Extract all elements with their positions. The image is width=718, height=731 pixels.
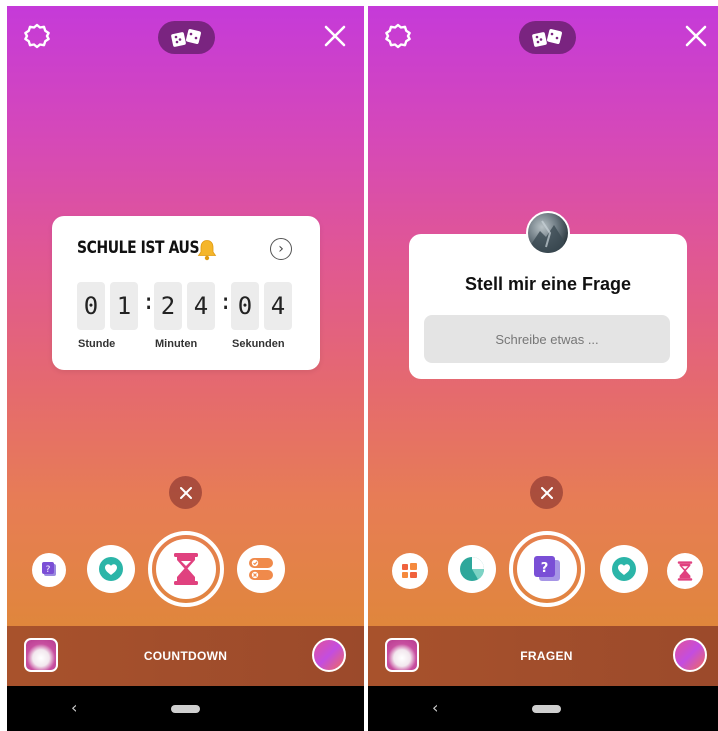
home-pill[interactable] <box>171 705 200 713</box>
dice-icon <box>170 28 201 47</box>
question-input[interactable]: Schreibe etwas ... <box>424 315 670 363</box>
seconds-label: Sekunden <box>232 338 285 350</box>
questions-title[interactable]: Stell mir eine Frage <box>409 274 687 295</box>
questions-sticker[interactable]: Stell mir eine Frage Schreibe etwas ... <box>409 234 687 379</box>
color-picker-button[interactable] <box>312 638 346 672</box>
quiz-option[interactable] <box>448 545 496 593</box>
home-pill[interactable] <box>532 705 561 713</box>
svg-text:?: ? <box>46 565 51 575</box>
color-picker-button[interactable] <box>673 638 707 672</box>
top-bar <box>368 6 718 66</box>
countdown-digit: 0 <box>77 282 105 330</box>
pie-chart-icon <box>460 557 484 581</box>
minutes-label: Minuten <box>155 338 198 350</box>
questions-option-selected[interactable]: ? <box>509 531 585 607</box>
avatar <box>526 211 570 255</box>
poll-toggle-icon <box>249 558 273 580</box>
countdown-option[interactable] <box>667 553 703 589</box>
close-icon[interactable] <box>685 25 707 47</box>
bottom-bar: FRAGEN <box>368 626 718 686</box>
countdown-option-selected[interactable] <box>148 531 224 607</box>
countdown-screen: SCHULE IST AUS › 0 1 : 2 4 : 0 4 Stunde … <box>7 6 364 731</box>
remove-sticker-button[interactable] <box>169 476 202 509</box>
countdown-colon: : <box>142 290 156 315</box>
question-sticker-option[interactable]: ? <box>32 553 66 587</box>
chevron-right-icon[interactable]: › <box>270 238 292 260</box>
hourglass-icon <box>677 561 693 581</box>
countdown-colon: : <box>219 290 233 315</box>
countdown-digit: 4 <box>264 282 292 330</box>
bell-icon <box>197 240 217 261</box>
close-icon <box>179 486 192 499</box>
dice-icon <box>531 28 562 47</box>
top-bar <box>7 6 364 66</box>
layout-option[interactable] <box>392 553 428 589</box>
emoji-slider-option[interactable] <box>600 545 648 593</box>
countdown-digit: 0 <box>231 282 259 330</box>
hours-label: Stunde <box>78 338 116 350</box>
countdown-sticker[interactable]: SCHULE IST AUS › 0 1 : 2 4 : 0 4 Stunde … <box>52 216 320 370</box>
questions-screen: Stell mir eine Frage Schreibe etwas ... <box>368 6 718 731</box>
countdown-digit: 1 <box>110 282 138 330</box>
svg-text:?: ? <box>541 561 549 576</box>
countdown-title[interactable]: SCHULE IST AUS <box>77 238 200 258</box>
countdown-digit: 4 <box>187 282 215 330</box>
bottom-bar: COUNTDOWN <box>7 626 364 686</box>
heart-icon <box>99 557 123 581</box>
countdown-digit: 2 <box>154 282 182 330</box>
android-nav-bar: ‹ <box>368 686 718 731</box>
settings-icon[interactable] <box>385 23 411 49</box>
question-sticker-icon: ? <box>42 562 56 576</box>
android-nav-bar: ‹ <box>7 686 364 731</box>
remove-sticker-button[interactable] <box>530 476 563 509</box>
emoji-slider-option[interactable] <box>87 545 135 593</box>
poll-option[interactable] <box>237 545 285 593</box>
profile-photo-image <box>532 220 564 253</box>
mode-label: COUNTDOWN <box>143 649 228 663</box>
back-icon[interactable]: ‹ <box>71 698 77 717</box>
settings-icon[interactable] <box>24 23 50 49</box>
heart-icon <box>612 557 636 581</box>
back-icon[interactable]: ‹ <box>432 698 438 717</box>
dice-button[interactable] <box>158 21 215 54</box>
question-sticker-icon: ? <box>534 556 560 581</box>
layout-grid-icon <box>402 563 417 578</box>
close-icon <box>540 486 553 499</box>
mode-label: FRAGEN <box>520 649 573 663</box>
dice-button[interactable] <box>519 21 576 54</box>
close-icon[interactable] <box>324 25 346 47</box>
hourglass-icon <box>174 553 198 585</box>
